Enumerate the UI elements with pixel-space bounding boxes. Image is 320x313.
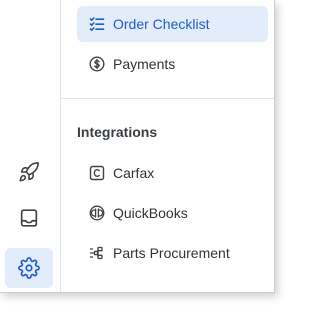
menu-item-order-checklist[interactable]: Order Checklist — [77, 6, 268, 42]
menu-item-label: Carfax — [113, 165, 155, 181]
menu-item-quickbooks[interactable]: QuickBooks — [77, 195, 268, 231]
checklist-icon — [89, 16, 105, 32]
rail-item-launch[interactable] — [5, 152, 53, 192]
menu-item-label: Order Checklist — [113, 16, 210, 32]
menu-item-label: Parts Procurement — [113, 245, 230, 261]
menu-item-carfax[interactable]: Carfax — [77, 155, 268, 191]
dollar-circle-icon — [89, 56, 105, 72]
inbox-icon — [18, 207, 40, 229]
menu-item-payments[interactable]: Payments — [77, 46, 268, 82]
settings-sidebar: Order Checklist Payments Integrations Ca… — [0, 0, 275, 293]
quickbooks-icon — [89, 205, 105, 221]
section-title-integrations: Integrations — [77, 124, 158, 140]
parts-procurement-icon — [89, 245, 105, 261]
divider — [61, 98, 274, 99]
carfax-icon — [89, 165, 105, 181]
rail-item-inbox[interactable] — [5, 198, 53, 238]
menu-item-label: Payments — [113, 56, 176, 72]
rocket-icon — [18, 161, 40, 183]
menu-item-parts-procurement[interactable]: Parts Procurement — [77, 235, 268, 271]
settings-menu: Order Checklist Payments Integrations Ca… — [61, 0, 274, 292]
gear-icon — [18, 257, 40, 279]
menu-item-label: QuickBooks — [113, 205, 188, 221]
icon-rail — [0, 0, 61, 292]
rail-item-settings[interactable] — [5, 248, 53, 288]
